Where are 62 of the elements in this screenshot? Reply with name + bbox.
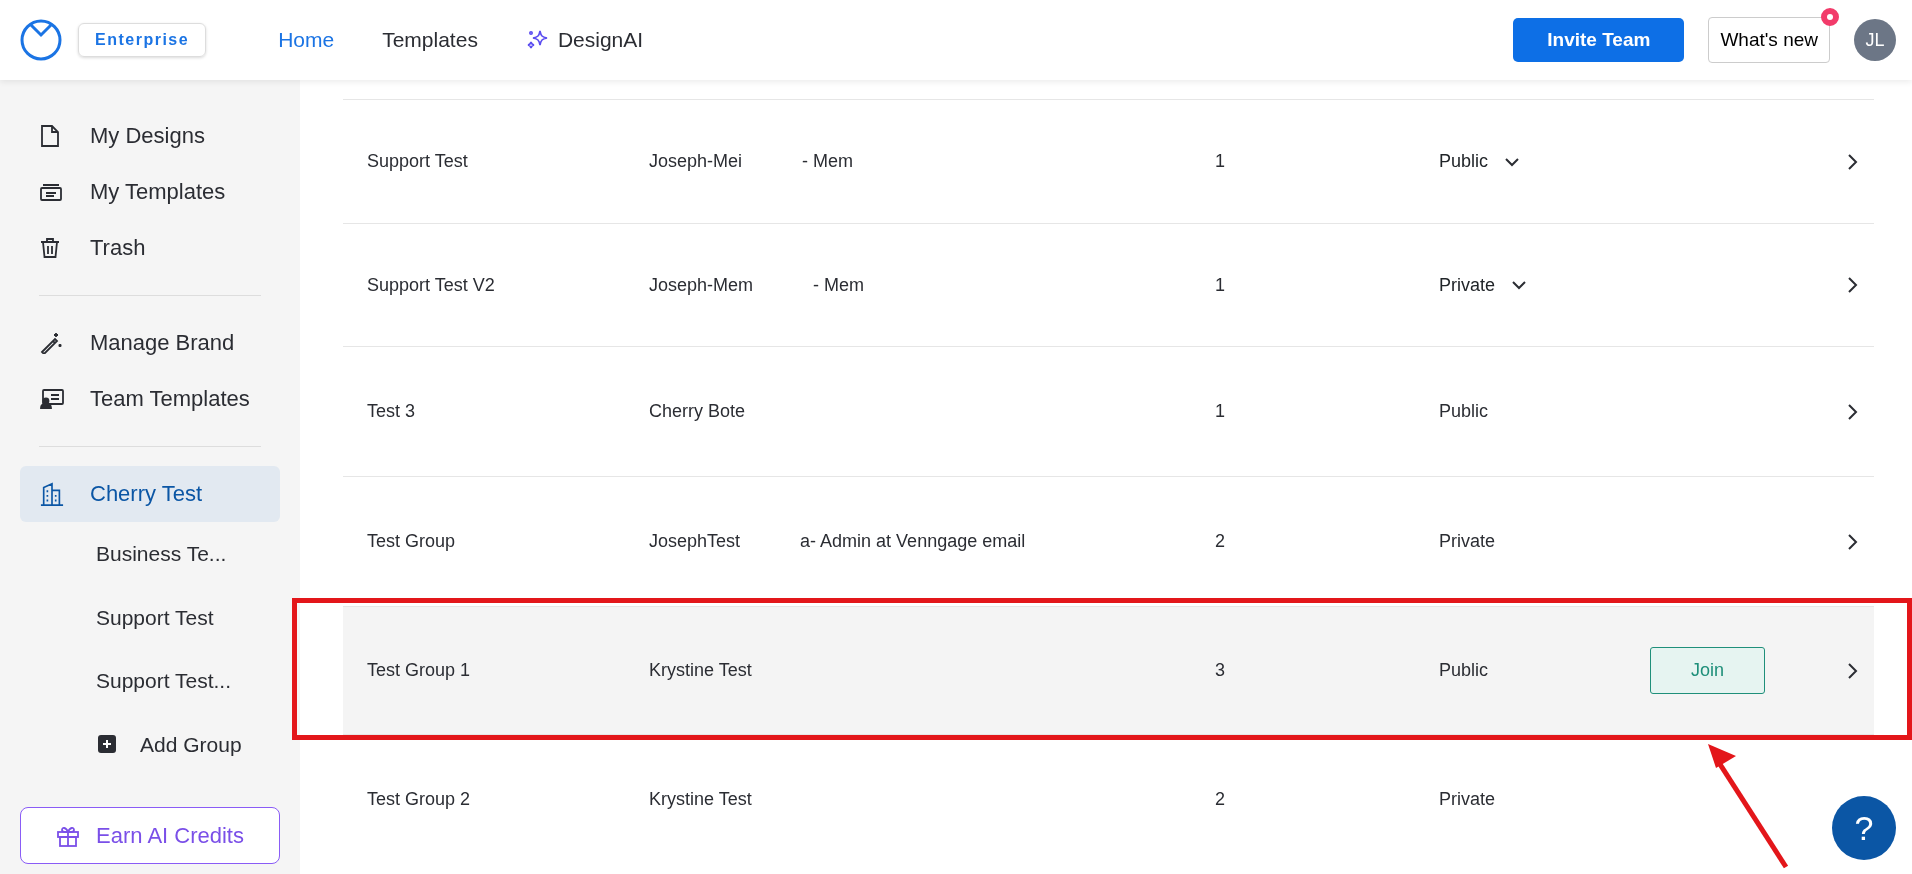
owner-name: Joseph-Mem	[649, 273, 754, 297]
trash-icon	[40, 237, 60, 259]
chevron-right-icon[interactable]	[1846, 276, 1858, 294]
building-icon	[40, 481, 64, 507]
join-button[interactable]: Join	[1650, 647, 1766, 694]
owner-name: Krystine Test	[649, 659, 752, 682]
whats-new-button[interactable]: What's new	[1708, 16, 1830, 64]
owner-name: Cherry Bote	[649, 400, 746, 423]
magic-wand-icon	[40, 332, 62, 354]
group-name: Test 3	[367, 401, 416, 421]
sidebar-item[interactable]: My Templates	[20, 164, 280, 220]
member-count: 2	[1215, 531, 1225, 551]
team-card-icon	[40, 389, 64, 409]
nav-link[interactable]: DesignAI	[525, 24, 644, 56]
privacy-label: Private	[1439, 788, 1496, 809]
earn-ai-credits-button[interactable]: Earn AI Credits	[20, 807, 280, 864]
privacy-label: Public	[1439, 660, 1489, 680]
group-name: Support Test V2	[367, 274, 495, 295]
sidebar-item[interactable]: Manage Brand	[20, 315, 280, 371]
owner-name: JosephTest	[649, 530, 741, 553]
user-avatar[interactable]: JL	[1854, 19, 1896, 61]
sidebar-subitem[interactable]: Support Test...	[20, 649, 280, 713]
member-count: 2	[1215, 788, 1225, 809]
logo-icon[interactable]	[20, 19, 62, 61]
add-group-button[interactable]: Add Group	[20, 712, 280, 776]
help-button[interactable]: ?	[1832, 796, 1896, 860]
owner-name: a- Admin at Venngage email	[800, 530, 1026, 553]
group-name: Test Group 1	[367, 660, 471, 680]
chevron-right-icon[interactable]	[1846, 402, 1858, 421]
sidebar-item[interactable]: Team Templates	[20, 371, 280, 427]
sidebar-item[interactable]: My Designs	[20, 108, 280, 164]
chevron-right-icon[interactable]	[1846, 661, 1858, 680]
chevron-right-icon[interactable]	[1846, 152, 1858, 171]
owner-name: Joseph-Mei	[649, 150, 743, 173]
privacy-dropdown[interactable]: Public	[1439, 148, 1521, 176]
member-count: 1	[1215, 151, 1225, 171]
group-name: Support Test	[367, 151, 468, 171]
nav-link[interactable]: Home	[278, 24, 335, 56]
member-count: 1	[1215, 274, 1225, 295]
owner-name: - Mem	[802, 150, 854, 173]
member-count: 1	[1215, 401, 1225, 421]
chevron-right-icon[interactable]	[1846, 532, 1858, 551]
file-icon	[40, 124, 60, 148]
owner-name: - Mem	[813, 273, 865, 297]
owner-name: Krystine Test	[649, 787, 752, 811]
sidebar-subitem[interactable]: Business Te...	[20, 522, 280, 586]
nav-link[interactable]: Templates	[382, 24, 478, 56]
sidebar-item[interactable]: Trash	[20, 220, 280, 276]
sidebar-subitem[interactable]: Support Test	[20, 585, 280, 649]
templates-icon	[40, 182, 62, 202]
group-name: Test Group 2	[367, 788, 471, 809]
group-name: Test Group	[367, 531, 456, 551]
privacy-label: Public	[1439, 401, 1489, 421]
privacy-dropdown[interactable]: Private	[1439, 271, 1528, 299]
sidebar-item[interactable]: Cherry Test	[20, 466, 280, 522]
member-count: 3	[1215, 660, 1225, 680]
invite-team-button[interactable]: Invite Team	[1513, 17, 1685, 63]
caret-icon	[1511, 280, 1528, 291]
plan-badge: Enterprise	[78, 23, 207, 57]
privacy-label: Private	[1439, 531, 1496, 551]
caret-icon	[1504, 156, 1521, 167]
plus-square-icon	[98, 735, 116, 754]
